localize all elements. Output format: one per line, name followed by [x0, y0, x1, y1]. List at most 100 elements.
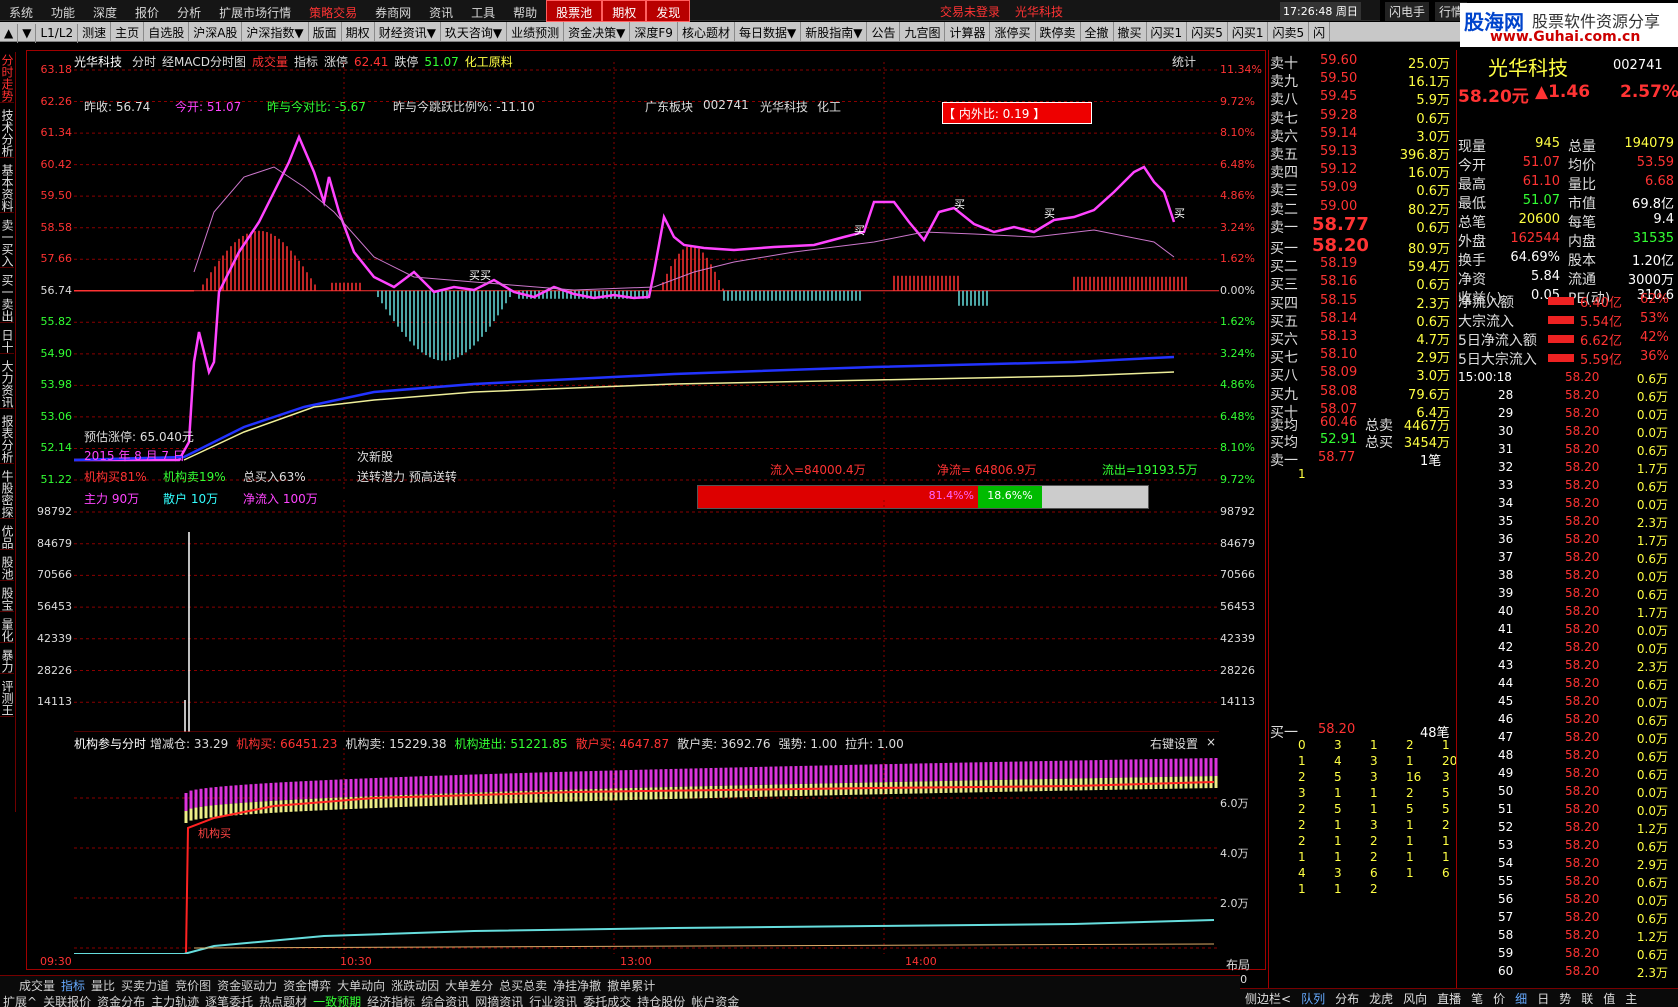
toolbar-button[interactable]: 闪买1	[1228, 22, 1269, 41]
side-tab[interactable]: 股宝	[0, 587, 14, 612]
bottom-tab2[interactable]: 主力轨迹	[148, 992, 202, 1007]
side-tab[interactable]: 牛股密探	[0, 470, 14, 519]
buy-level-price[interactable]: 58.14	[1320, 311, 1357, 326]
side-tab[interactable]: 日十	[0, 329, 14, 354]
toolbar-button[interactable]: 撤买	[1114, 22, 1147, 41]
toolbar-button[interactable]: 涨停买	[990, 22, 1036, 41]
toolbar-button[interactable]: 核心题材	[678, 22, 735, 41]
toolbar-button[interactable]: 玖天咨询▼	[441, 22, 508, 41]
bottom-tab2[interactable]: 资金分布	[94, 992, 148, 1007]
side-tab[interactable]: 技术分析	[0, 109, 14, 158]
side-tab[interactable]: 大力资讯	[0, 360, 14, 409]
sell-level-price[interactable]: 59.00	[1320, 199, 1357, 214]
right-bottom-tab[interactable]: 价	[1488, 989, 1510, 1007]
menu-item[interactable]: 系统	[0, 1, 42, 21]
toolbar-button[interactable]: 闪	[1309, 22, 1331, 41]
toolbar-button[interactable]: 闪卖5	[1268, 22, 1310, 41]
bottom-tab2[interactable]: 帐户资金	[688, 992, 742, 1007]
side-tab[interactable]: 分时走势	[0, 54, 14, 103]
bottom-tab2[interactable]: 逐笔委托	[202, 992, 256, 1007]
toolbar-button[interactable]: 测速	[78, 22, 112, 41]
bottom-tab2[interactable]: 持仓股份	[634, 992, 688, 1007]
toolbar-button[interactable]: 主页	[111, 22, 145, 41]
menu-item[interactable]: 帮助	[504, 1, 546, 21]
right-bottom-tab[interactable]: 笔	[1466, 989, 1488, 1007]
menu-item[interactable]: 功能	[42, 1, 84, 21]
sell-level-price[interactable]: 58.77	[1312, 214, 1369, 235]
sell-level-price[interactable]: 59.50	[1320, 71, 1357, 86]
sell-level-price[interactable]: 59.12	[1320, 162, 1357, 177]
menu-item[interactable]: 分析	[168, 1, 210, 21]
toolbar-button[interactable]: 每日数据▼	[735, 22, 802, 41]
toolbar-button[interactable]: ▼	[18, 24, 37, 43]
bottom-tab2[interactable]: 扩展^	[0, 992, 40, 1007]
sell-level-price[interactable]: 59.45	[1320, 89, 1357, 104]
right-bottom-tab[interactable]: 龙虎	[1364, 989, 1398, 1007]
buy-level-price[interactable]: 58.19	[1320, 256, 1357, 271]
layout-button[interactable]: 布局	[1226, 956, 1250, 973]
bottom-tab2[interactable]: 关联报价	[40, 992, 94, 1007]
bottom-tab2[interactable]: 网摘资讯	[472, 992, 526, 1007]
sell-level-price[interactable]: 59.14	[1320, 126, 1357, 141]
right-bottom-tab[interactable]: 分布	[1330, 989, 1364, 1007]
right-bottom-tab[interactable]: 势	[1554, 989, 1576, 1007]
side-tab[interactable]: 基本资料	[0, 164, 14, 213]
sell-level-price[interactable]: 59.60	[1320, 53, 1357, 68]
toolbar-button[interactable]: ▲	[0, 24, 19, 43]
menu-item[interactable]: 策略交易	[300, 1, 366, 21]
right-bottom-tab[interactable]: 日	[1532, 989, 1554, 1007]
toolbar-button[interactable]: 自选股	[144, 22, 190, 41]
menu-item[interactable]: 扩展市场行情	[210, 1, 300, 21]
bottom-tab2[interactable]: 经济指标	[364, 992, 418, 1007]
side-tab[interactable]: 暴力	[0, 649, 14, 674]
buy-level-price[interactable]: 58.20	[1312, 235, 1369, 256]
menu-item[interactable]: 深度	[84, 1, 126, 21]
toolbar-button[interactable]: L1/L2	[36, 24, 79, 43]
sell-level-price[interactable]: 59.28	[1320, 108, 1357, 123]
right-bottom-tab[interactable]: 侧边栏<	[1240, 989, 1296, 1007]
menu-item[interactable]: 工具	[462, 1, 504, 21]
side-tab[interactable]: 评测王	[0, 680, 14, 717]
toolbar-button[interactable]: 深度F9	[630, 22, 678, 41]
menu-item[interactable]: 发现	[646, 0, 691, 22]
side-tab[interactable]: 优品	[0, 525, 14, 550]
toolbar-button[interactable]: 资金决策▼	[564, 22, 631, 41]
menu-item[interactable]: 期权	[602, 0, 647, 22]
right-bottom-tab[interactable]: 值	[1598, 989, 1620, 1007]
buy-level-price[interactable]: 58.15	[1320, 293, 1357, 308]
toolbar-button[interactable]: 沪深指数▼	[242, 22, 309, 41]
toolbar-button[interactable]: 新股指南▼	[801, 22, 868, 41]
sell-level-price[interactable]: 59.13	[1320, 144, 1357, 159]
buy-level-price[interactable]: 58.09	[1320, 365, 1357, 380]
bottom-tab2[interactable]: 行业资讯	[526, 992, 580, 1007]
toolbar-button[interactable]: 闪买1	[1147, 22, 1188, 41]
bottom-tab2[interactable]: 热点题材	[256, 992, 310, 1007]
bottom-tab2[interactable]: 综合资讯	[418, 992, 472, 1007]
toolbar-button[interactable]: 业绩预测	[507, 22, 565, 41]
toolbar-button[interactable]: 公告	[867, 22, 901, 41]
right-bottom-tab[interactable]: 风向	[1398, 989, 1432, 1007]
toolbar-button[interactable]: 跌停卖	[1036, 22, 1081, 41]
side-tab[interactable]: 量化	[0, 618, 14, 643]
toolbar-button[interactable]: 财经资讯▼	[375, 22, 441, 41]
toolbar-button[interactable]: 版面	[309, 22, 342, 41]
right-bottom-tab[interactable]: 联	[1576, 989, 1598, 1007]
side-tab[interactable]: 买一卖出	[0, 274, 14, 323]
menu-item[interactable]: 报价	[126, 1, 168, 21]
side-tab[interactable]: 卖一买入	[0, 219, 14, 268]
bottom-tab2[interactable]: 委托成交	[580, 992, 634, 1007]
institution-chart[interactable]	[74, 748, 1219, 954]
right-bottom-tab[interactable]: 队列	[1296, 989, 1330, 1007]
bottom-tab2[interactable]: 一致预期	[310, 992, 364, 1007]
sell-level-price[interactable]: 59.09	[1320, 180, 1357, 195]
flash-trade-button[interactable]: 闪电手	[1385, 2, 1430, 21]
toolbar-button[interactable]: 沪深A股	[189, 22, 243, 41]
toolbar-button[interactable]: 闪买5	[1187, 22, 1228, 41]
toolbar-button[interactable]: 九宫图	[900, 22, 946, 41]
right-bottom-tab[interactable]: 细	[1510, 989, 1532, 1007]
side-tab[interactable]: 股池	[0, 556, 14, 581]
buy-level-price[interactable]: 58.10	[1320, 347, 1357, 362]
buy-level-price[interactable]: 58.16	[1320, 274, 1357, 289]
toolbar-button[interactable]: 期权	[342, 22, 375, 41]
menu-item[interactable]: 券商网	[366, 1, 420, 21]
